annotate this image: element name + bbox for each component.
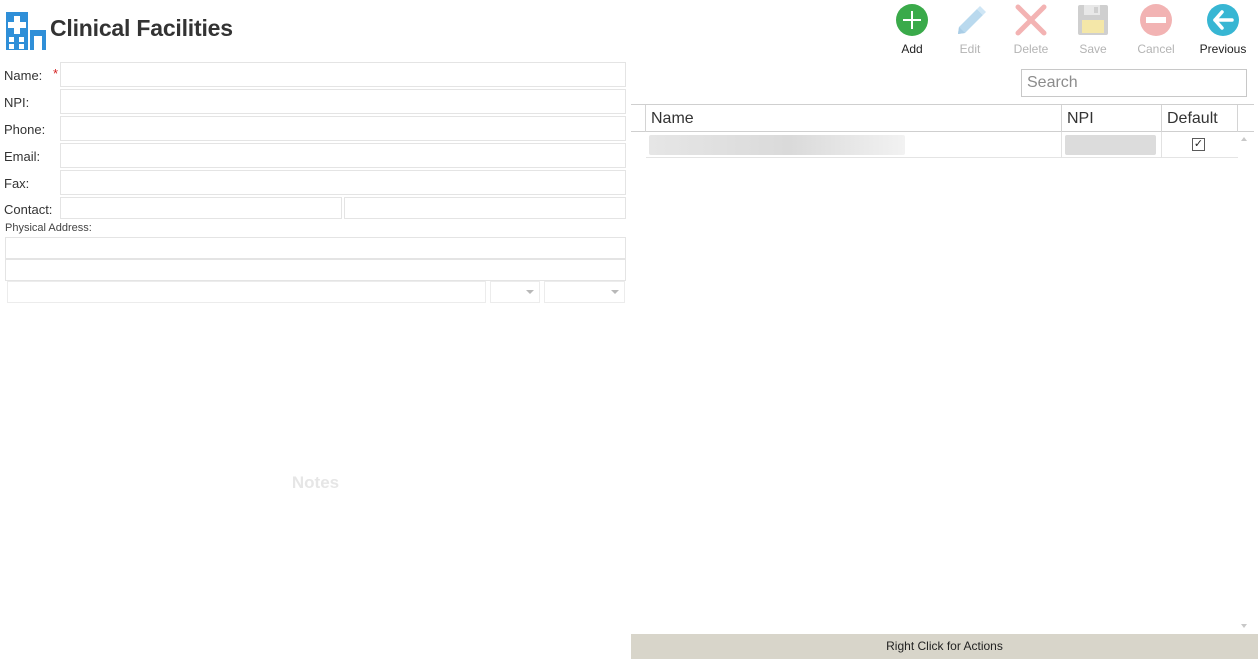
x-icon xyxy=(1015,4,1047,36)
physical-address-label: Physical Address: xyxy=(5,222,92,234)
fax-field[interactable] xyxy=(60,170,626,195)
save-button-label: Save xyxy=(1079,42,1107,56)
delete-button-label: Delete xyxy=(1013,42,1049,56)
minus-circle-icon xyxy=(1140,4,1172,36)
name-label: Name: xyxy=(4,68,43,83)
grid-header: Name NPI Default xyxy=(631,104,1254,132)
cancel-button[interactable]: Cancel xyxy=(1126,3,1186,59)
default-cell: ✓ xyxy=(1161,132,1238,158)
city-field[interactable] xyxy=(7,281,486,303)
chevron-down-icon xyxy=(611,290,619,294)
name-cell xyxy=(646,132,1061,158)
fax-label: Fax: xyxy=(4,176,30,191)
email-field[interactable] xyxy=(60,143,626,168)
save-button[interactable]: Save xyxy=(1063,3,1123,59)
redacted-npi xyxy=(1065,135,1156,155)
contact-first-field[interactable] xyxy=(60,197,342,219)
default-checkbox[interactable]: ✓ xyxy=(1192,138,1205,151)
state-dropdown[interactable] xyxy=(490,281,540,303)
npi-cell xyxy=(1061,132,1161,158)
npi-field[interactable] xyxy=(60,89,626,114)
plus-circle-icon xyxy=(896,4,928,36)
pencil-icon xyxy=(958,6,986,34)
scroll-up-icon[interactable] xyxy=(1241,137,1247,141)
required-marker: * xyxy=(53,66,59,81)
phone-label: Phone: xyxy=(4,122,46,137)
column-header-npi[interactable]: NPI xyxy=(1061,105,1161,132)
search-input[interactable] xyxy=(1021,69,1247,97)
notes-textarea[interactable]: Notes xyxy=(5,306,626,658)
add-button[interactable]: Add xyxy=(882,3,942,59)
chevron-down-icon xyxy=(526,290,534,294)
column-header-default[interactable]: Default xyxy=(1161,105,1237,132)
delete-button[interactable]: Delete xyxy=(1001,3,1061,59)
zip-dropdown[interactable] xyxy=(544,281,625,303)
edit-button-label: Edit xyxy=(959,42,981,56)
notes-placeholder: Notes xyxy=(291,473,340,492)
contact-last-field[interactable] xyxy=(344,197,626,219)
email-label: Email: xyxy=(4,149,41,164)
edit-button[interactable]: Edit xyxy=(940,3,1000,59)
page-title: Clinical Facilities xyxy=(50,15,233,41)
npi-label: NPI: xyxy=(4,95,30,110)
table-row[interactable]: ✓ xyxy=(646,132,1238,158)
column-header-name[interactable]: Name xyxy=(645,105,1061,132)
hospital-building-icon xyxy=(6,12,46,50)
redacted-name xyxy=(649,135,905,155)
name-field[interactable] xyxy=(60,62,626,87)
status-bar: Right Click for Actions xyxy=(631,634,1258,659)
cancel-button-label: Cancel xyxy=(1137,42,1175,56)
phone-field[interactable] xyxy=(60,116,626,141)
scroll-down-icon[interactable] xyxy=(1241,624,1247,628)
previous-button[interactable]: Previous xyxy=(1193,3,1253,59)
column-header-spacer xyxy=(1237,105,1254,132)
floppy-disk-icon xyxy=(1078,5,1108,35)
arrow-left-circle-icon xyxy=(1207,4,1239,36)
contact-label: Contact: xyxy=(4,202,53,217)
address-line1-field[interactable] xyxy=(5,237,626,259)
address-line2-field[interactable] xyxy=(5,259,626,281)
previous-button-label: Previous xyxy=(1199,42,1247,56)
add-button-label: Add xyxy=(901,42,923,56)
